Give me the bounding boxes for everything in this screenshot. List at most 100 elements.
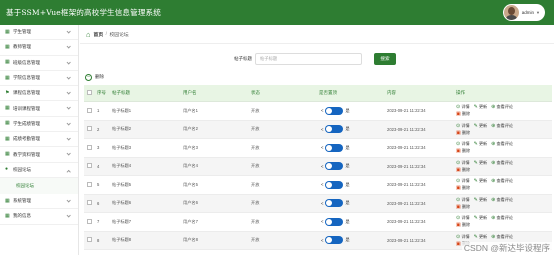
view-comments-button[interactable]: ⊕ 查看评论 [491,123,513,129]
row-checkbox[interactable] [84,200,94,206]
sidebar-item[interactable]: ⚑ 课程信息管理 [0,86,78,102]
user-menu[interactable]: admin ▼ [502,4,545,21]
delete-row-button[interactable]: ▣删除 [456,167,470,173]
edit-button[interactable]: ✎ 更新 [474,234,488,240]
pin-toggle[interactable] [325,162,344,171]
row-checkbox[interactable] [84,163,94,169]
sidebar-item[interactable]: ▦ 系统管理 [0,194,78,210]
edit-icon: ✎ [473,122,478,129]
sidebar-item[interactable]: ▦ 教学资料管理 [0,147,78,163]
pin-toggle[interactable] [325,199,344,208]
row-status: 开放 [251,126,260,132]
detail-button[interactable]: ⊙ 详情 [456,104,470,110]
delete-row-button[interactable]: ▣删除 [456,204,470,210]
row-pinned[interactable]: < 是 [316,180,384,189]
select-all-checkbox[interactable] [84,90,94,96]
sidebar-item[interactable]: ▦ 学生成绩管理 [0,117,78,133]
row-checkbox[interactable] [84,107,94,114]
checkbox-icon[interactable] [87,218,92,224]
chevron-down-icon[interactable]: ▼ [536,10,540,15]
home-icon[interactable]: ⌂ [86,30,91,39]
row-checkbox[interactable] [84,126,94,132]
detail-button[interactable]: ⊙ 详情 [456,160,470,166]
checkbox-icon[interactable] [87,163,92,169]
user-name[interactable]: admin [522,10,534,15]
pin-toggle-wrap[interactable]: < 是 [319,236,384,245]
sidebar-item[interactable]: ▦ 班级信息管理 [0,56,78,71]
view-comments-button[interactable]: ⊕ 查看评论 [491,178,513,184]
search-button[interactable]: 搜索 [374,53,396,65]
view-comments-button[interactable]: ⊕ 查看评论 [491,215,513,221]
delete-row-button[interactable]: ▣删除 [456,185,470,191]
row-checkbox[interactable] [84,218,94,225]
row-user: 用户名5 [183,181,198,187]
delete-button[interactable]: − 删除 [85,72,104,82]
checkbox-icon[interactable] [87,107,92,113]
delete-row-button[interactable]: ▣删除 [456,148,470,154]
row-pinned[interactable]: < 是 [316,236,384,245]
checkbox-icon[interactable] [87,237,92,243]
sidebar-item[interactable]: ● 校园论坛 [0,163,78,178]
checkbox-icon[interactable] [87,144,92,150]
breadcrumb-home[interactable]: 首页 [94,31,104,38]
view-comments-button[interactable]: ⊕ 查看评论 [491,141,513,147]
edit-button[interactable]: ✎ 更新 [474,215,488,221]
row-checkbox[interactable] [84,181,94,188]
view-comments-button[interactable]: ⊕ 查看评论 [491,160,513,166]
pin-toggle-wrap[interactable]: < 是 [319,162,384,171]
checkbox-icon[interactable] [87,126,92,132]
delete-row-button[interactable]: ▣删除 [456,111,470,117]
sidebar-item[interactable]: ▦ 我的信息 [0,209,78,225]
delete-label: 删除 [95,74,104,79]
pin-toggle[interactable] [325,180,344,189]
checkbox-icon[interactable] [87,200,92,206]
row-checkbox[interactable] [84,237,94,243]
pin-toggle-wrap[interactable]: < 是 [319,125,384,134]
avatar[interactable] [503,5,519,20]
detail-button[interactable]: ⊙ 详情 [456,197,470,203]
detail-button[interactable]: ⊙ 详情 [456,215,470,221]
detail-button[interactable]: ⊙ 详情 [456,141,470,147]
edit-button[interactable]: ✎ 更新 [474,197,488,203]
search-input[interactable]: 帖子标题 [255,53,362,65]
edit-button[interactable]: ✎ 更新 [474,141,488,147]
edit-button[interactable]: ✎ 更新 [474,160,488,166]
view-comments-button[interactable]: ⊕ 查看评论 [491,197,513,203]
pin-toggle[interactable] [325,125,344,134]
detail-button[interactable]: ⊙ 详情 [456,178,470,184]
row-checkbox[interactable] [84,144,94,151]
view-comments-button[interactable]: ⊕ 查看评论 [491,234,513,240]
row-pinned[interactable]: < 是 [316,199,384,208]
delete-row-button[interactable]: ▣删除 [456,130,470,136]
view-comments-button[interactable]: ⊕ 查看评论 [491,104,513,110]
sidebar-item[interactable]: ▦ 学生管理 [0,25,78,41]
row-pinned[interactable]: < 是 [316,162,384,171]
sidebar-subitem-forum[interactable]: 校园论坛 [0,177,78,194]
sidebar-item[interactable]: ▦ 学院信息管理 [0,71,78,87]
detail-button[interactable]: ⊙ 详情 [456,123,470,129]
sidebar-item[interactable]: ▦ 培训课程管理 [0,101,78,117]
pin-toggle-wrap[interactable]: < 是 [319,106,384,115]
detail-button[interactable]: ⊙ 详情 [456,234,470,240]
pin-toggle[interactable] [325,106,344,115]
row-pinned[interactable]: < 是 [316,125,384,134]
row-pinned[interactable]: < 是 [316,106,384,115]
pin-toggle-wrap[interactable]: < 是 [319,143,384,152]
sidebar-item[interactable]: ▦ 教师管理 [0,40,78,56]
edit-button[interactable]: ✎ 更新 [474,178,488,184]
edit-button[interactable]: ✎ 更新 [474,104,488,110]
row-pinned[interactable]: < 是 [316,143,384,152]
delete-row-button[interactable]: ▣删除 [456,222,470,228]
main-content: ⌂ 首页 / 校园论坛 帖子标题 帖子标题 搜索 − 删除 序号 帖子标题 用户名状… [80,25,554,255]
sidebar-item[interactable]: ▦ 成绩考勤管理 [0,132,78,148]
pin-toggle-wrap[interactable]: < 是 [319,199,384,208]
pin-toggle-wrap[interactable]: < 是 [319,180,384,189]
checkbox-icon[interactable] [87,90,92,95]
pin-toggle-wrap[interactable]: < 是 [319,217,384,226]
edit-button[interactable]: ✎ 更新 [474,123,488,129]
pin-toggle[interactable] [325,217,344,226]
row-pinned[interactable]: < 是 [316,217,384,226]
pin-toggle[interactable] [325,143,344,152]
pin-toggle[interactable] [325,236,344,245]
checkbox-icon[interactable] [87,181,92,187]
